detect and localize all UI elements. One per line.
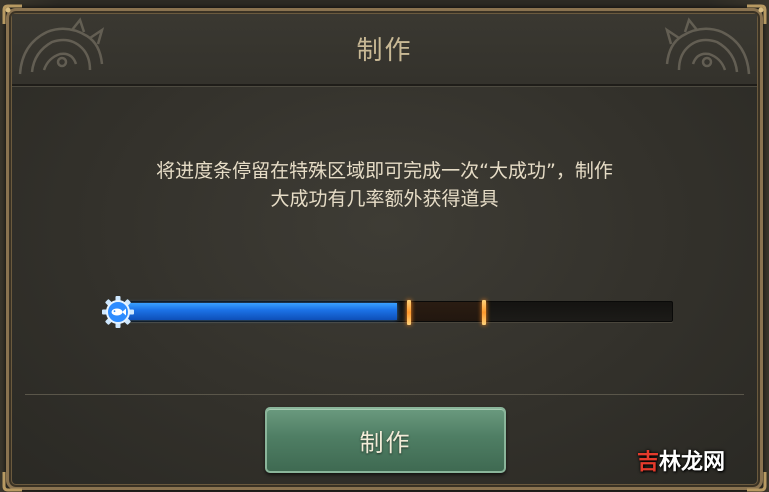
craft-button[interactable]: 制作	[265, 407, 506, 473]
craft-button-label: 制作	[359, 428, 412, 457]
header-divider	[12, 86, 757, 87]
progress-fill	[119, 303, 398, 320]
watermark: 吉林龙网	[636, 450, 725, 475]
dialog-title: 制作	[356, 36, 413, 66]
corner-ornament-icon	[2, 472, 22, 492]
fish-icon	[102, 296, 134, 328]
progress-bar	[118, 300, 673, 325]
description-line-2: 大成功有几率额外获得道具	[270, 188, 499, 210]
zone-start-marker	[407, 300, 412, 325]
description-line-1: 将进度条停留在特殊区域即可完成一次“大成功”，制作	[156, 160, 613, 182]
great-success-zone	[409, 302, 484, 321]
corner-ornament-icon	[747, 472, 767, 492]
zone-end-marker	[481, 300, 486, 325]
footer-divider	[25, 394, 744, 395]
